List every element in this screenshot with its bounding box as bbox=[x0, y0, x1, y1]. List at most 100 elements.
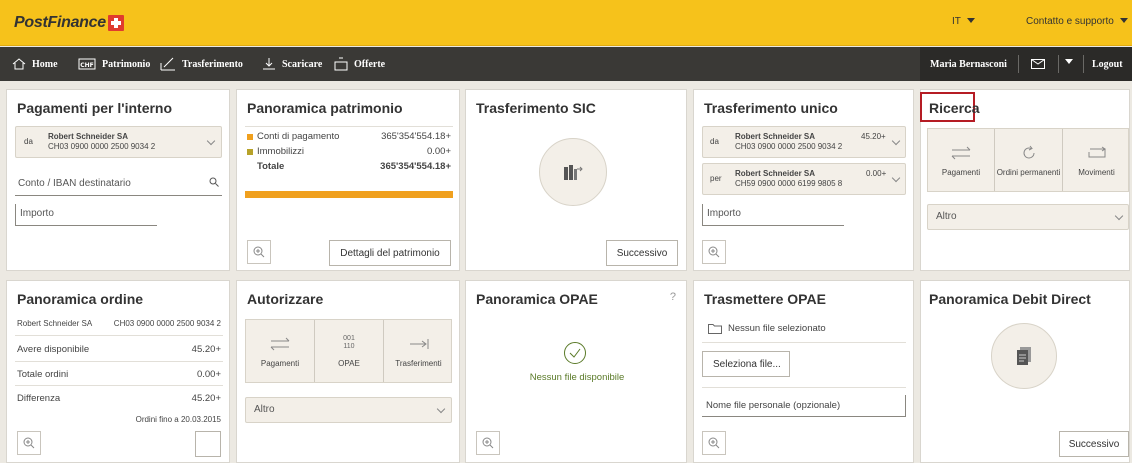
loop-arrows-icon bbox=[1088, 146, 1106, 158]
search-standing-orders-tile[interactable]: Ordini permanenti bbox=[995, 129, 1063, 191]
blank-button[interactable] bbox=[195, 431, 221, 457]
authorize-opae-tile[interactable]: 001 110 OPAE bbox=[315, 320, 384, 382]
nav-assets[interactable]: CHF Patrimonio bbox=[78, 47, 150, 81]
asset-value: 365'354'554.18+ bbox=[381, 131, 451, 142]
divider bbox=[702, 342, 906, 343]
card-title: Pagamenti per l'interno bbox=[17, 100, 173, 116]
legend-swatch-olive bbox=[247, 149, 253, 155]
transfer-arrows-icon bbox=[951, 146, 971, 160]
refresh-icon bbox=[1023, 145, 1034, 159]
nav-transfer-label: Trasferimento bbox=[182, 58, 243, 70]
debit-illustration bbox=[991, 323, 1057, 389]
divider bbox=[1058, 55, 1059, 73]
support-label: Contatto e supporto bbox=[1026, 16, 1114, 27]
tile-label: Movimenti bbox=[1078, 168, 1115, 177]
mail-icon[interactable] bbox=[1031, 59, 1045, 69]
top-bar: PostFinance IT Contatto e supporto bbox=[0, 0, 1132, 46]
order-label: Avere disponibile bbox=[17, 344, 90, 355]
filename-input[interactable]: Nome file personale (opzionale) bbox=[702, 395, 906, 417]
account-name: Robert Schneider SA bbox=[17, 319, 93, 328]
order-value: 45.20+ bbox=[191, 393, 221, 404]
amount-input[interactable]: Importo bbox=[702, 204, 844, 226]
to-name: Robert Schneider SA bbox=[735, 169, 816, 178]
amount-input[interactable]: Importo bbox=[15, 204, 157, 226]
from-account-select[interactable]: da Robert Schneider SA CH03 0900 0000 25… bbox=[702, 126, 906, 158]
tile-label: Ordini permanenti bbox=[996, 168, 1061, 177]
chevron-down-icon[interactable] bbox=[1065, 59, 1073, 64]
magnify-plus-icon bbox=[482, 437, 494, 449]
search-movements-tile[interactable]: Movimenti bbox=[1063, 129, 1130, 191]
other-dropdown[interactable]: Altro bbox=[927, 204, 1129, 230]
from-iban: CH03 0900 0000 2500 9034 2 bbox=[48, 142, 156, 151]
recipient-iban-input[interactable]: Conto / IBAN destinatario bbox=[15, 174, 222, 196]
asset-details-button[interactable]: Dettagli del patrimonio bbox=[329, 240, 451, 266]
magnify-plus-icon bbox=[23, 437, 35, 449]
chevron-down-icon bbox=[891, 173, 901, 183]
legend-swatch-orange bbox=[247, 134, 253, 140]
to-account-select[interactable]: per Robert Schneider SA CH59 0900 0000 6… bbox=[702, 163, 906, 195]
help-icon[interactable]: ? bbox=[670, 291, 676, 303]
recipient-iban-placeholder: Conto / IBAN destinatario bbox=[18, 178, 131, 189]
magnify-plus-icon bbox=[253, 246, 265, 258]
zoom-button[interactable] bbox=[702, 240, 726, 264]
order-label: Totale ordini bbox=[17, 369, 69, 380]
support-menu[interactable]: Contatto e supporto bbox=[1026, 16, 1128, 27]
orders-footnote: Ordini fino a 20.03.2015 bbox=[135, 415, 221, 424]
chevron-down-icon bbox=[891, 136, 901, 146]
nav-download[interactable]: Scaricare bbox=[262, 47, 322, 81]
search-icon[interactable] bbox=[209, 177, 219, 187]
magnify-plus-icon bbox=[708, 246, 720, 258]
offer-icon bbox=[334, 57, 348, 71]
nav-home[interactable]: Home bbox=[12, 47, 58, 81]
next-button[interactable]: Successivo bbox=[1059, 431, 1129, 457]
from-label: da bbox=[24, 137, 33, 146]
from-account-select[interactable]: da Robert Schneider SA CH03 0900 0000 25… bbox=[15, 126, 222, 158]
magnify-plus-icon bbox=[708, 437, 720, 449]
select-file-button[interactable]: Seleziona file... bbox=[702, 351, 790, 377]
bank-transfer-icon bbox=[564, 165, 583, 180]
single-transfer-card: Trasferimento unico da Robert Schneider … bbox=[693, 89, 914, 271]
nav-home-label: Home bbox=[32, 58, 58, 70]
language-selector[interactable]: IT bbox=[952, 16, 975, 27]
zoom-button[interactable] bbox=[17, 431, 41, 455]
logout-link[interactable]: Logout bbox=[1092, 59, 1123, 70]
next-button[interactable]: Successivo bbox=[606, 240, 678, 266]
logo-text: PostFinance bbox=[14, 14, 106, 31]
nav-offers-label: Offerte bbox=[354, 58, 386, 70]
zoom-button[interactable] bbox=[247, 240, 271, 264]
card-title: Ricerca bbox=[929, 100, 980, 116]
other-label: Altro bbox=[254, 404, 275, 415]
filename-placeholder: Nome file personale (opzionale) bbox=[706, 400, 841, 411]
tile-label: OPAE bbox=[338, 359, 360, 368]
to-balance: 0.00+ bbox=[866, 169, 887, 178]
other-label: Altro bbox=[936, 211, 957, 222]
zoom-button[interactable] bbox=[702, 431, 726, 455]
card-title: Panoramica Debit Direct bbox=[929, 291, 1091, 307]
from-name: Robert Schneider SA bbox=[735, 132, 816, 141]
authorize-transfers-tile[interactable]: Trasferimenti bbox=[384, 320, 453, 382]
card-title: Autorizzare bbox=[247, 291, 324, 307]
send-opae-card: Trasmettere OPAE Nessun file selezionato… bbox=[693, 280, 914, 463]
chevron-down-icon bbox=[966, 18, 975, 23]
binary-icon: 001 110 bbox=[343, 335, 355, 351]
pencil-icon bbox=[160, 57, 175, 71]
svg-text:CHF: CHF bbox=[80, 62, 94, 69]
user-name[interactable]: Maria Bernasconi bbox=[930, 59, 1007, 70]
search-payments-tile[interactable]: Pagamenti bbox=[928, 129, 995, 191]
from-name: Robert Schneider SA bbox=[48, 132, 129, 141]
postfinance-logo[interactable]: PostFinance bbox=[14, 10, 124, 36]
folder-icon bbox=[708, 324, 722, 334]
debit-direct-card: Panoramica Debit Direct Successivo bbox=[920, 280, 1130, 463]
nav-assets-label: Patrimonio bbox=[102, 58, 151, 70]
authorize-payments-tile[interactable]: Pagamenti bbox=[246, 320, 315, 382]
empty-status-text: Nessun file disponibile bbox=[529, 372, 625, 383]
nav-offers[interactable]: Offerte bbox=[334, 47, 385, 81]
opae-overview-card: Panoramica OPAE ? Nessun file disponibil… bbox=[465, 280, 687, 463]
nav-transfer[interactable]: Trasferimento bbox=[160, 47, 243, 81]
authorize-card: Autorizzare Pagamenti 001 110 OPAE Trasf… bbox=[236, 280, 460, 463]
other-dropdown[interactable]: Altro bbox=[245, 397, 452, 423]
zoom-button[interactable] bbox=[476, 431, 500, 455]
binary-icon-line: 001 bbox=[343, 335, 355, 342]
document-stack-icon bbox=[1017, 347, 1031, 365]
chevron-down-icon bbox=[206, 136, 216, 146]
